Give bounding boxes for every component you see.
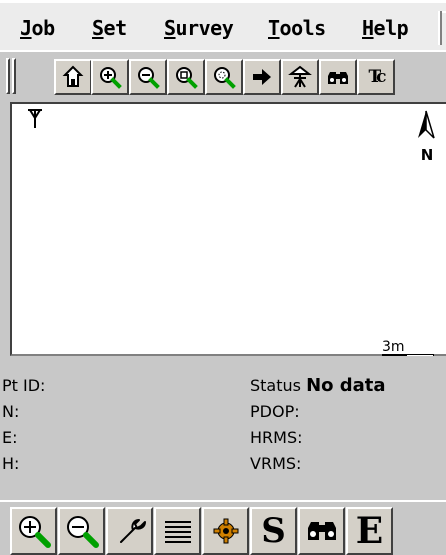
- menu-separator: [438, 11, 446, 45]
- status-value: No data: [306, 375, 386, 396]
- zoom-in-icon: [100, 67, 122, 89]
- list-button[interactable]: [154, 507, 201, 555]
- home-button[interactable]: [54, 59, 92, 95]
- hrms-label: HRMS:: [250, 428, 303, 447]
- menu-tools[interactable]: Tools: [268, 17, 326, 39]
- gear-icon: [213, 518, 238, 544]
- tool-bar: Tc: [0, 50, 446, 102]
- app-window: Job Set Survey Tools Help Tc N 3m Pt ID:…: [0, 0, 446, 555]
- bottom-bar: S E: [0, 500, 446, 555]
- scale-label: 3m: [382, 339, 405, 355]
- e-label: E: [355, 510, 384, 552]
- zoom-in-icon: [18, 516, 51, 548]
- menu-set[interactable]: Set: [92, 17, 127, 39]
- menu-bar: Job Set Survey Tools Help: [0, 0, 446, 50]
- north-label: N: [420, 146, 434, 164]
- wrench-icon: [119, 519, 146, 543]
- toolbar-grip[interactable]: [6, 58, 20, 96]
- zoom-out-icon: [66, 516, 99, 548]
- zoom-out-icon: [138, 67, 160, 89]
- list-icon: [164, 521, 191, 543]
- home-icon: [62, 65, 84, 87]
- tc-button[interactable]: Tc: [357, 59, 395, 95]
- arrow-right-icon: [253, 69, 271, 85]
- status-field: Status No data: [250, 376, 386, 396]
- binoculars-icon: [328, 72, 348, 84]
- menu-help[interactable]: Help: [362, 17, 409, 39]
- n-label: N:: [2, 402, 20, 421]
- zoom-in-button[interactable]: [91, 59, 129, 95]
- station-icon: [28, 109, 42, 128]
- find-button[interactable]: [319, 59, 357, 95]
- e-label: E:: [2, 428, 18, 447]
- arrow-button[interactable]: [243, 59, 281, 95]
- status-panel: Pt ID: N: E: H: Status No data PDOP: HRM…: [0, 356, 446, 500]
- zoom-out-button[interactable]: [129, 59, 167, 95]
- menu-job[interactable]: Job: [20, 17, 55, 39]
- map-view[interactable]: N 3m: [10, 102, 446, 362]
- vrms-label: VRMS:: [250, 454, 302, 473]
- e-button[interactable]: E: [346, 507, 393, 555]
- zoom-window-button[interactable]: [167, 59, 205, 95]
- config-button[interactable]: [202, 507, 249, 555]
- zoom-extents-button[interactable]: [205, 59, 243, 95]
- station-setup-button[interactable]: [281, 59, 319, 95]
- s-label: S: [261, 511, 286, 551]
- settings-button[interactable]: [106, 507, 153, 555]
- h-label: H:: [2, 454, 20, 473]
- binoculars-icon: [307, 522, 336, 540]
- pt-id-label: Pt ID:: [2, 376, 46, 395]
- pdop-label: PDOP:: [250, 402, 300, 421]
- zoom-extents-icon: [214, 67, 236, 89]
- s-button[interactable]: S: [250, 507, 297, 555]
- station-setup-icon: [288, 65, 312, 88]
- north-arrow-icon: [418, 110, 435, 139]
- zoom-window-icon: [176, 67, 198, 89]
- bottom-find-button[interactable]: [298, 507, 345, 555]
- tc-label: Tc: [368, 67, 386, 87]
- menu-survey[interactable]: Survey: [164, 17, 234, 39]
- status-label: Status: [250, 376, 301, 395]
- bottom-zoom-out-button[interactable]: [58, 507, 105, 555]
- bottom-zoom-in-button[interactable]: [10, 507, 57, 555]
